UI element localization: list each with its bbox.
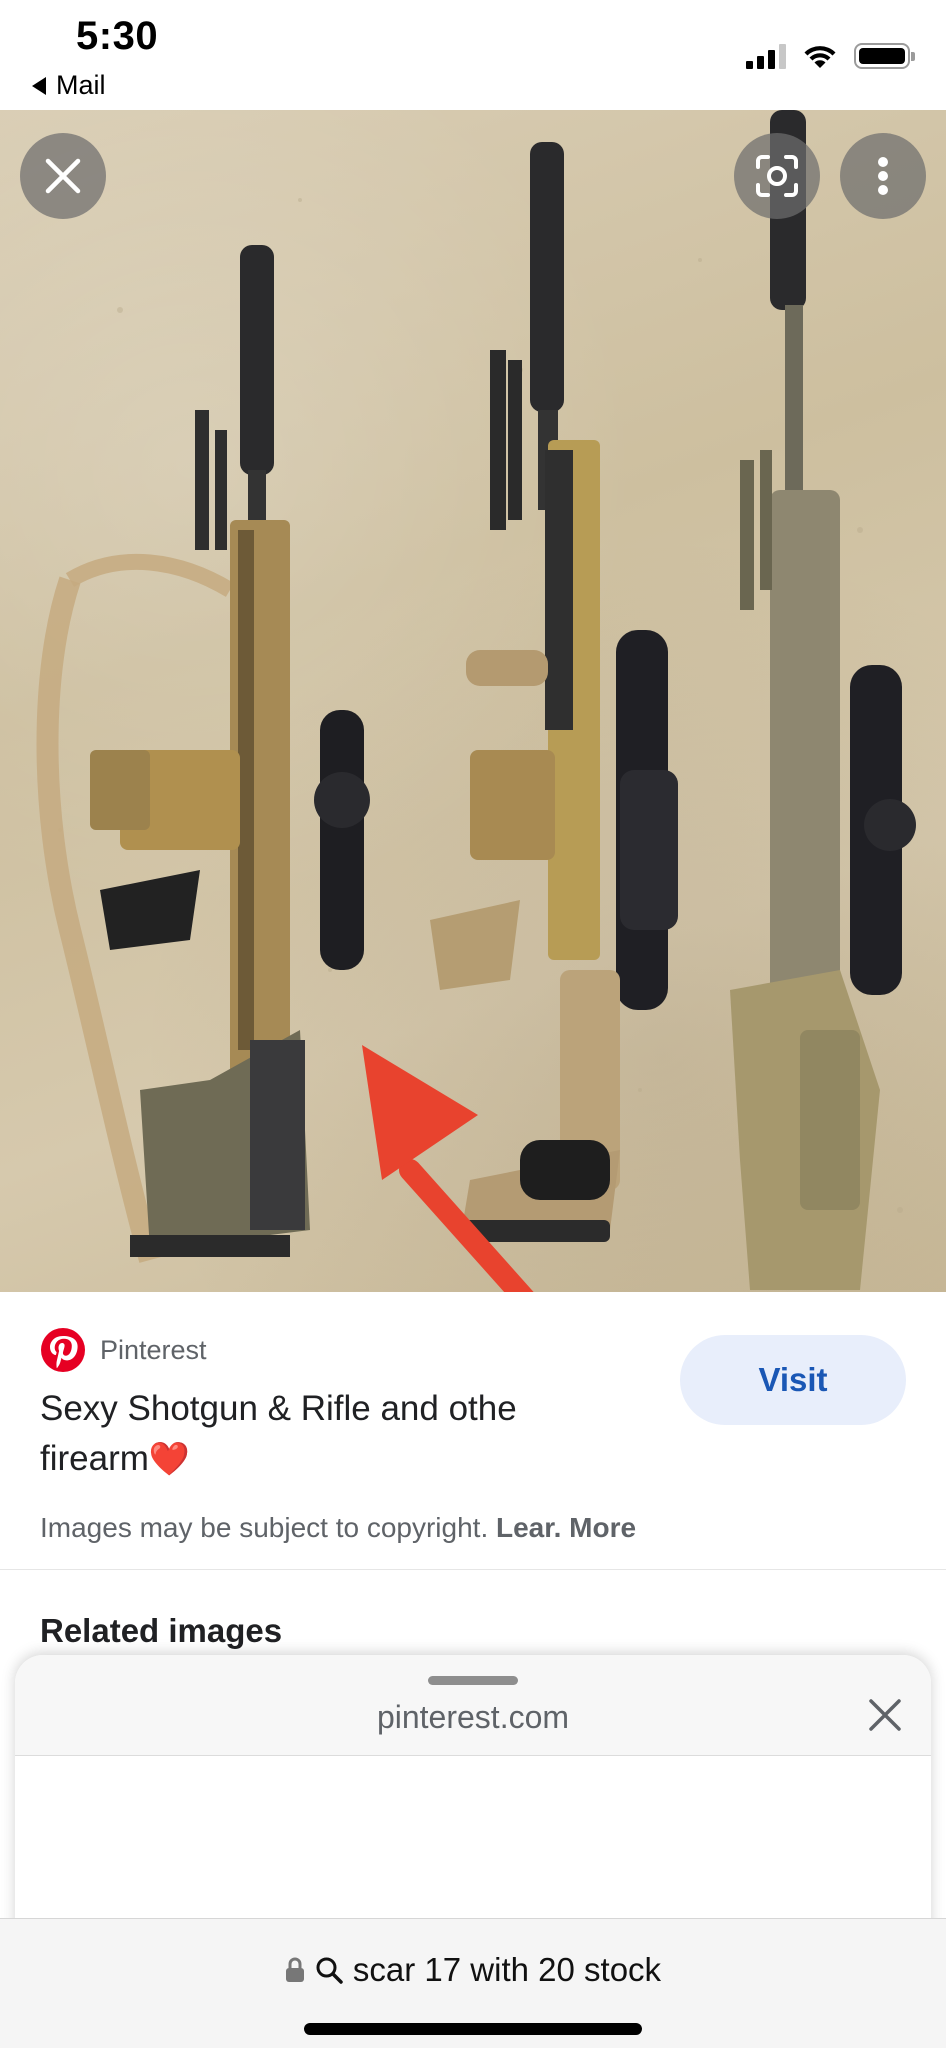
more-vert-icon	[878, 157, 888, 195]
lock-icon	[285, 1957, 304, 1982]
visit-button[interactable]: Visit	[680, 1335, 906, 1425]
page: 5:30 Mail Pinterest Sexy Shotgun & Rifle…	[0, 0, 946, 2048]
address-content: scar 17 with 20 stock	[0, 1951, 946, 1989]
battery-icon	[854, 43, 915, 69]
learn-more-link[interactable]: Lear. More	[496, 1512, 636, 1543]
rifles-image	[36, 110, 916, 1292]
sheet-header: pinterest.com	[15, 1655, 931, 1756]
related-images-heading: Related images	[40, 1612, 283, 1649]
cellular-signal-icon	[746, 43, 786, 69]
back-to-mail-button[interactable]: Mail	[32, 70, 106, 101]
status-icons	[746, 42, 915, 70]
more-options-button[interactable]	[840, 133, 926, 219]
google-lens-icon	[756, 155, 798, 197]
pinterest-logo-icon	[41, 1328, 85, 1372]
home-indicator	[304, 2023, 642, 2035]
result-info: Pinterest Sexy Shotgun & Rifle and othe …	[0, 1292, 946, 1570]
back-app-label: Mail	[56, 70, 106, 100]
wifi-icon	[804, 46, 836, 68]
source-row[interactable]: Pinterest	[40, 1327, 207, 1373]
close-button[interactable]	[20, 133, 106, 219]
result-image[interactable]	[0, 110, 946, 1292]
status-time: 5:30	[76, 14, 159, 58]
heart-emoji: ❤️	[148, 1440, 190, 1477]
search-icon	[316, 1957, 343, 1984]
source-name: Pinterest	[100, 1334, 207, 1365]
sheet-grabber[interactable]	[428, 1676, 518, 1685]
copyright-notice: Images may be subject to copyright. Lear…	[40, 1512, 636, 1544]
sheet-domain: pinterest.com	[376, 1699, 570, 1735]
back-triangle-icon	[32, 76, 46, 95]
result-title-line2: firearm	[40, 1439, 149, 1478]
result-title[interactable]: Sexy Shotgun & Rifle and othe firearm❤️	[40, 1384, 600, 1484]
address-bar[interactable]: scar 17 with 20 stock	[0, 1918, 946, 2048]
sheet-close-icon[interactable]	[867, 1697, 903, 1733]
close-icon	[45, 158, 81, 194]
status-bar: 5:30 Mail	[0, 0, 946, 110]
copyright-text: Images may be subject to copyright.	[40, 1512, 496, 1543]
google-lens-button[interactable]	[734, 133, 820, 219]
result-title-line1: Sexy Shotgun & Rifle and othe	[40, 1389, 517, 1428]
address-query: scar 17 with 20 stock	[352, 1951, 662, 1988]
